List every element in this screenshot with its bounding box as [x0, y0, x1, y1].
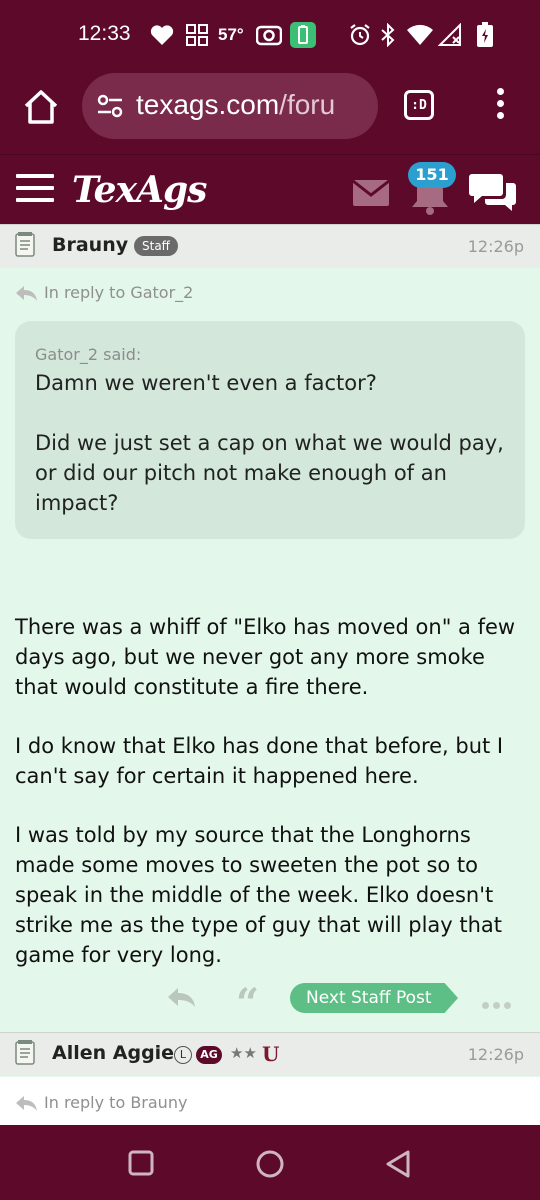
tab-switcher-button[interactable]: :D [404, 90, 434, 120]
home-button[interactable] [20, 86, 62, 128]
alarm-icon [348, 20, 372, 50]
reply-to-link[interactable]: In reply to Brauny [14, 1093, 187, 1112]
post-paragraph: There was a whiff of "Elko has moved on"… [15, 615, 516, 699]
temperature: 57° [218, 25, 244, 44]
browser-toolbar: texags.com/foru :D [0, 66, 540, 154]
grid-icon [186, 20, 208, 50]
staff-badge: Staff [134, 236, 178, 256]
square-icon [128, 1150, 154, 1176]
post-time[interactable]: 12:26p [468, 1045, 524, 1064]
back-button[interactable] [384, 1149, 412, 1183]
post-author[interactable]: Allen Aggie [52, 1042, 174, 1064]
reply-to-link[interactable]: In reply to Gator_2 [14, 283, 193, 302]
recents-button[interactable] [127, 1149, 155, 1181]
mail-icon[interactable] [352, 179, 390, 211]
url-domain: texags.com [136, 89, 280, 120]
site-logo[interactable]: TexAgs [72, 169, 207, 211]
post-actions: “ Next Staff Post [0, 980, 540, 1024]
next-staff-post-button[interactable]: Next Staff Post [290, 983, 458, 1013]
camera-icon [256, 20, 282, 50]
url-bar[interactable]: texags.com/foru [82, 73, 378, 139]
post-paragraph: I do know that Elko has done that before… [15, 734, 504, 788]
quote-icon[interactable]: “ [236, 984, 259, 1024]
post-body: There was a whiff of "Elko has moved on"… [15, 612, 530, 999]
url-path: /foru [279, 89, 336, 120]
status-time: 12:33 [78, 22, 131, 45]
post-author[interactable]: Brauny [52, 234, 128, 256]
notepad-avatar-icon[interactable] [14, 1039, 36, 1069]
status-bar: 12:33 57° [0, 0, 540, 66]
notification-count-badge[interactable]: 151 [408, 162, 456, 188]
reply-to-text: In reply to Gator_2 [44, 283, 194, 302]
reply-arrow-icon [16, 285, 37, 301]
battery-saver-icon [290, 20, 316, 50]
system-navigation-bar [0, 1125, 540, 1200]
school-logo: U [262, 1042, 280, 1066]
site-settings-icon[interactable] [96, 92, 124, 124]
chat-icon[interactable] [468, 171, 518, 217]
ag-badge: AG [196, 1046, 222, 1064]
license-badge: L [174, 1046, 192, 1064]
post-content-area: In reply to Brauny [0, 1077, 540, 1125]
wifi-icon [406, 20, 434, 50]
member-stars: ★★ [230, 1044, 257, 1062]
home-nav-button[interactable] [255, 1149, 285, 1183]
reply-arrow-icon [16, 1095, 37, 1111]
heart-icon [150, 20, 174, 50]
circle-icon [256, 1150, 284, 1178]
reply-icon[interactable] [166, 986, 196, 1012]
bluetooth-icon [380, 20, 396, 50]
url-text[interactable]: texags.com/foru [136, 89, 368, 121]
site-header: TexAgs [0, 154, 540, 226]
quote-text: Damn we weren't even a factor? Did we ju… [35, 371, 504, 515]
signal-icon [438, 20, 464, 50]
reply-to-text: In reply to Brauny [44, 1093, 188, 1112]
quote-author[interactable]: Gator_2 said: [35, 345, 505, 364]
post-time[interactable]: 12:26p [468, 237, 524, 256]
triangle-back-icon [386, 1150, 410, 1178]
home-icon [24, 90, 58, 124]
notepad-avatar-icon[interactable] [14, 231, 36, 261]
quote-block: Gator_2 said: Damn we weren't even a fac… [15, 321, 525, 539]
post-header: Brauny Staff 12:26p [0, 224, 540, 268]
browser-menu-button[interactable] [490, 88, 510, 128]
battery-icon [476, 20, 494, 50]
hamburger-menu-icon[interactable] [16, 174, 54, 206]
post-paragraph: I was told by my source that the Longhor… [15, 823, 503, 967]
more-options-icon[interactable] [482, 994, 515, 1013]
